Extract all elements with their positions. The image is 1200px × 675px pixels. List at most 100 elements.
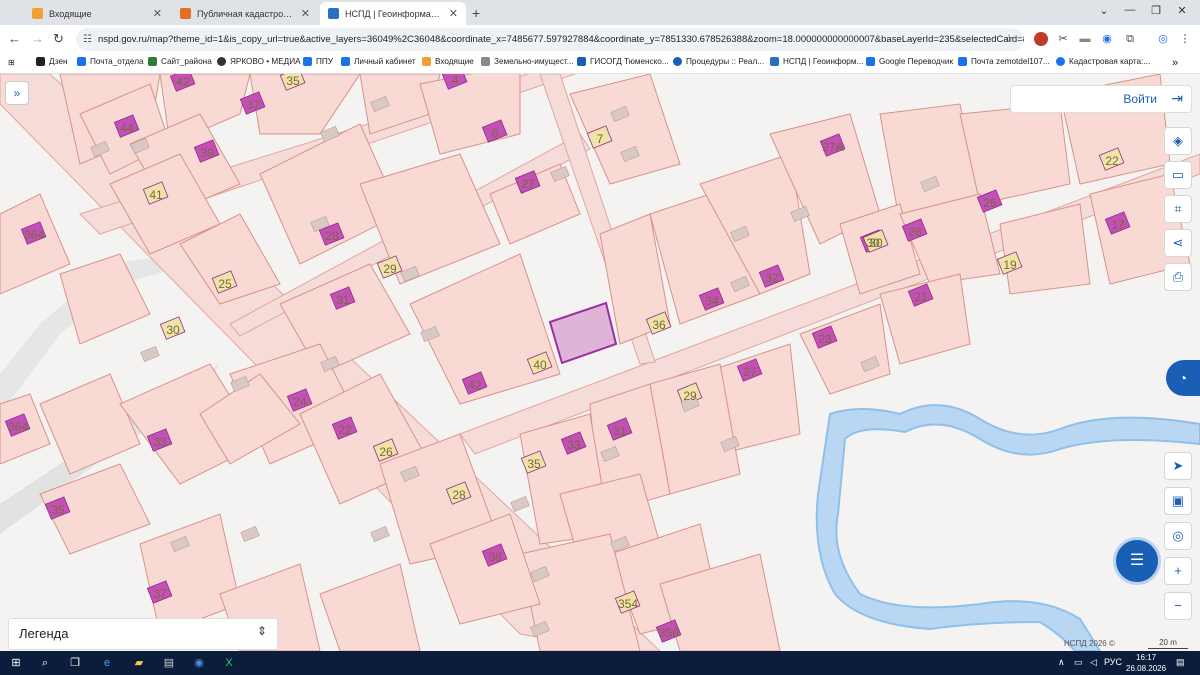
reload-icon[interactable]: ↻ [53,31,64,47]
tab-search-icon[interactable]: ⌄ [1094,4,1114,17]
tab-nspd[interactable]: НСПД | Геоинформационный ✕ [320,2,466,25]
bookmark-item[interactable]: Кадастровая карта:... [1056,57,1150,66]
close-icon[interactable]: ✕ [449,7,458,20]
layers-icon[interactable]: ◈ [1164,127,1192,155]
minimize-button[interactable]: — [1120,4,1140,16]
expand-panel-button[interactable]: » [5,81,29,105]
edge-icon[interactable]: e [100,656,114,670]
print-icon[interactable]: ⎙ [1164,263,1192,291]
bookmark-item[interactable]: Сайт_района [148,57,212,66]
parcel-number-label: 19 [1003,258,1017,272]
extension-icon[interactable]: ◉ [1100,32,1114,46]
menu-kebab-icon[interactable]: ⋮ [1178,32,1192,46]
close-icon[interactable]: ✕ [301,7,310,20]
ruler-icon[interactable]: ▭ [1164,161,1192,189]
locate-icon[interactable]: ➤ [1164,452,1192,480]
notifications-icon[interactable]: ▤ [1176,657,1185,668]
bookmark-item[interactable]: Почта zemotdel107... [958,57,1050,66]
tab-public-cadastral-map[interactable]: Публичная кадастровая карта ✕ [172,2,318,25]
gisogd-icon [577,57,586,66]
bookmark-item[interactable]: НСПД | Геоинформ... [770,57,863,66]
select-area-icon[interactable]: ⌗ [1164,195,1192,223]
parcel-number-label: 35 [527,457,541,471]
parcel-number-label: 27А [822,140,843,154]
explorer-icon[interactable]: ▰ [132,656,146,670]
zoom-in-button[interactable]: + [1164,557,1192,585]
land-parcel[interactable] [419,74,521,155]
chrome-icon[interactable]: ◉ [192,656,206,670]
bookmark-item[interactable]: Личный кабинет [341,57,416,66]
maximize-button[interactable]: ❐ [1146,4,1166,17]
parcel-number-label: 356 [659,626,679,640]
bookmark-item[interactable]: Входящие [422,57,474,66]
volume-icon[interactable]: ◁ [1090,657,1097,668]
new-tab-button[interactable]: + [472,5,480,21]
extension-icon[interactable]: ▬ [1078,32,1092,46]
gps-icon[interactable]: ◎ [1164,522,1192,550]
extension-icon[interactable] [1034,32,1048,46]
parcel-number-label: 25 [218,277,232,291]
window-close-button[interactable]: ✕ [1172,4,1192,17]
zoom-out-button[interactable]: − [1164,592,1192,620]
network-icon[interactable]: ▭ [1074,657,1083,668]
bookmark-item[interactable]: Почта_отдела [77,57,144,66]
search-icon[interactable]: ⌕ [38,656,52,670]
bookmark-item[interactable]: ППУ [303,57,333,66]
legend-label: Легенда [19,626,69,641]
clock[interactable]: 16:17 26.08.2026 [1126,652,1166,674]
address-bar[interactable]: ☷ nspd.gov.ru/map?theme_id=1&is_copy_url… [76,28,1024,51]
mail-icon [422,57,431,66]
selected-parcel[interactable] [548,301,618,365]
map-canvas[interactable]: 42 37 35 4 6 7 44 39 41 27 28 29 364 27 25 31 30 22 26 28 30… [0,74,1200,651]
login-button[interactable]: Войти ⇥ [1010,85,1192,113]
procedures-icon [673,57,682,66]
media-icon [217,57,226,66]
land-parcel[interactable] [0,193,71,295]
parcel-number-label: 31 [336,293,350,307]
parcel-number-label: 7 [597,132,604,146]
basemap-icon[interactable]: ▣ [1164,487,1192,515]
profile-avatar-icon[interactable]: ◎ [1156,32,1170,46]
parcel-number-label: 4 [452,74,459,87]
parcel-number-label: 354 [618,597,638,611]
share-icon[interactable]: ⋖ [1164,229,1192,257]
land-parcel[interactable] [139,513,241,635]
login-icon: ⇥ [1171,90,1183,106]
legend-panel[interactable]: Легенда ⇕ [8,618,278,650]
printer-icon[interactable]: ▤ [162,656,176,670]
apps-grid-icon[interactable]: ⊞ [8,57,15,67]
bookmark-star-icon[interactable]: ☆ [1002,32,1016,46]
scale-bar: 20 m [1148,638,1188,649]
parcel-number-label: 26 [983,196,997,210]
land-parcel[interactable] [39,373,141,475]
close-icon[interactable]: ✕ [153,7,162,20]
land-parcel[interactable] [999,203,1091,295]
parcel-number-label: 17 [1111,218,1125,232]
extension-icon[interactable]: ✂ [1056,32,1070,46]
land-parcel[interactable] [959,103,1071,205]
more-bookmarks-icon[interactable]: » [1172,57,1178,69]
tray-chevron-icon[interactable]: ∧ [1058,657,1065,668]
tab-title: Публичная кадастровая карта [197,8,297,19]
bookmark-item[interactable]: Google Переводчик [866,57,953,66]
language-indicator[interactable]: РУС [1104,657,1122,667]
feedback-badge-icon[interactable]: ◔ [1166,360,1200,396]
land-parcel[interactable] [319,563,421,651]
windows-start-icon[interactable]: ⊞ [9,656,23,670]
excel-icon[interactable]: X [222,656,236,670]
mail-icon [77,57,86,66]
bookmark-item[interactable]: ЯРКОВО • МЕДИА [217,57,301,66]
parcel-number-label: 30 [166,323,180,337]
bookmark-item[interactable]: Дзен [36,57,68,66]
extensions-puzzle-icon[interactable]: ⧉ [1123,32,1137,46]
clock-date: 26.08.2026 [1126,664,1167,673]
bookmark-item[interactable]: ГИСОГД Тюменско... [577,57,669,66]
site-info-icon[interactable]: ☷ [83,28,92,51]
back-icon[interactable]: ← [8,31,21,46]
tab-inbox[interactable]: Входящие ✕ [24,2,170,25]
bookmark-item[interactable]: Процедуры :: Реал... [673,57,764,66]
task-view-icon[interactable]: ❐ [68,656,82,670]
forward-icon[interactable]: → [31,31,44,46]
chat-button[interactable]: ☰ [1113,537,1161,585]
bookmark-item[interactable]: Земельно-имущест... [481,57,574,66]
